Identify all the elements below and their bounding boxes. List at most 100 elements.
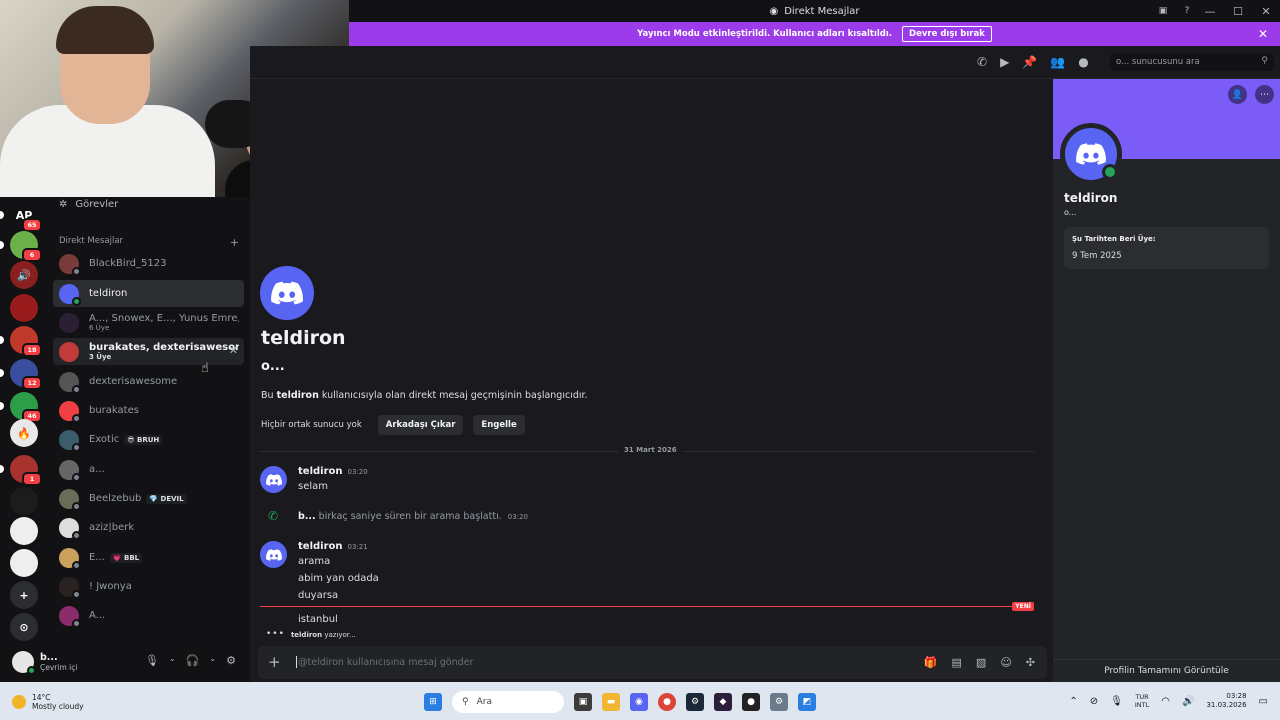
message-avatar[interactable] <box>260 541 287 568</box>
dm-name: E... <box>89 552 105 563</box>
create-dm-button[interactable]: + <box>230 236 239 249</box>
close-window-button[interactable]: ✕ <box>1252 5 1280 18</box>
profile-avatar[interactable] <box>1060 123 1122 185</box>
notifications-icon[interactable]: ▭ <box>1259 696 1268 707</box>
profile-icon[interactable]: ● <box>1078 55 1088 69</box>
chat-toolbar: ✆ ▶ 📌 👥 ● o... sunucusunu ara ⚲ <box>250 46 1280 79</box>
server-icon[interactable]: 12 <box>0 359 42 390</box>
steam-icon[interactable]: ⚙ <box>686 693 704 711</box>
maximize-button[interactable]: ☐ <box>1224 5 1252 18</box>
chevron-down-icon[interactable]: ⌄ <box>169 654 176 667</box>
close-banner-icon[interactable]: ✕ <box>1258 27 1268 41</box>
inbox-icon[interactable]: ▣ <box>1156 4 1170 18</box>
chrome-icon[interactable]: ● <box>658 693 676 711</box>
phone-icon[interactable]: ✆ <box>977 55 987 69</box>
server-label: 🔥 <box>17 426 31 440</box>
server-icon[interactable]: 46 <box>0 392 42 423</box>
dm-item[interactable]: burakates <box>53 397 244 424</box>
dm-item[interactable]: A... <box>53 602 244 629</box>
server-icon[interactable] <box>10 294 38 322</box>
editor-app-icon[interactable]: ◆ <box>714 693 732 711</box>
settings-app-icon[interactable]: ⚙ <box>770 693 788 711</box>
person-one-hair <box>56 6 154 54</box>
tasks-label: Görevler <box>75 198 119 210</box>
server-icon[interactable]: + <box>10 581 38 609</box>
start-windows-icon[interactable]: ⊞ <box>424 693 442 711</box>
server-icon[interactable] <box>10 487 38 515</box>
file-explorer-icon[interactable]: ▬ <box>602 693 620 711</box>
date-separator-label: 31 Mart 2026 <box>618 446 683 454</box>
network-icon[interactable]: ⊘ <box>1090 696 1098 707</box>
message-author[interactable]: teldiron 03:21 <box>298 541 368 552</box>
message-input[interactable]: @teldiron kullanıcısına mesaj gönder <box>298 657 473 668</box>
call-user: b... <box>298 511 316 522</box>
close-dm-icon[interactable]: ✕ <box>229 344 238 357</box>
task-view-icon[interactable]: ▣ <box>574 693 592 711</box>
server-icon[interactable]: 1 <box>0 455 42 486</box>
more-options-icon[interactable]: ⋯ <box>1255 85 1274 104</box>
server-icon[interactable]: ⊙ <box>10 613 38 641</box>
guild-tag-text: BBL <box>124 553 140 562</box>
view-full-profile-button[interactable]: Profilin Tamamını Görüntüle <box>1053 659 1280 682</box>
obs-icon[interactable]: ● <box>742 693 760 711</box>
dm-item[interactable]: E... 💗 BBL <box>53 544 244 571</box>
chevron-down-icon[interactable]: ⌄ <box>209 654 216 667</box>
headphones-icon[interactable]: 🎧 <box>186 654 200 667</box>
disable-streamer-mode-button[interactable]: Devre dışı bırak <box>902 26 992 42</box>
volume-icon[interactable]: 🔊 <box>1182 696 1194 707</box>
server-icon[interactable]: 6 <box>0 231 42 262</box>
dm-item[interactable]: Beelzebub 💎 DEVIL <box>53 485 244 512</box>
dm-item[interactable]: aziz|berk <box>53 514 244 541</box>
dm-item[interactable]: a... <box>53 456 244 483</box>
minimize-button[interactable]: — <box>1196 5 1224 18</box>
date-separator: 31 Mart 2026 <box>260 446 1035 454</box>
gear-icon[interactable]: ⚙ <box>226 654 236 667</box>
dm-item[interactable]: ! Jwonya <box>53 573 244 600</box>
search-input[interactable]: o... sunucusunu ara ⚲ <box>1110 53 1274 71</box>
tasks-item[interactable]: ✲ Görevler <box>59 197 118 211</box>
message-author[interactable]: teldiron 03:20 <box>298 466 368 477</box>
emoji-icon[interactable]: ☺ <box>1000 656 1011 669</box>
chevron-up-icon[interactable]: ⌃ <box>1069 696 1077 707</box>
dm-item[interactable]: burakates, dexterisawesome 3 Üye ✕ <box>53 338 244 365</box>
dm-item[interactable]: Exotic 😎 BRUH <box>53 426 244 453</box>
phone-call-icon: ✆ <box>268 509 279 523</box>
add-member-icon[interactable]: 👥 <box>1050 55 1065 69</box>
app-icon[interactable]: ◩ <box>798 693 816 711</box>
server-icon[interactable] <box>10 517 38 545</box>
dm-item[interactable]: A..., Snowex, E..., Yunus Emre, b...6 Üy… <box>53 309 244 336</box>
server-icon[interactable]: 🔊 <box>10 261 38 289</box>
discord-logo-icon <box>271 281 303 305</box>
add-friend-icon[interactable]: 👤 <box>1228 85 1247 104</box>
gift-icon[interactable]: 🎁 <box>924 656 938 669</box>
server-icon[interactable] <box>10 549 38 577</box>
dm-item[interactable]: dexterisawesome <box>53 368 244 395</box>
taskbar-search[interactable]: ⚲ Ara <box>452 691 564 713</box>
discord-app-icon[interactable]: ◉ <box>630 693 648 711</box>
help-icon[interactable]: ? <box>1180 4 1194 18</box>
system-clock[interactable]: 03:28 31.03.2026 <box>1206 692 1246 710</box>
wifi-icon[interactable]: ◠ <box>1161 696 1170 707</box>
microphone-icon[interactable]: 🎙 <box>145 654 159 667</box>
message-composer[interactable]: + @teldiron kullanıcısına mesaj gönder 🎁… <box>258 646 1047 679</box>
microphone-tray-icon[interactable]: 🎙 <box>1110 696 1123 707</box>
call-time: 03:20 <box>507 513 528 521</box>
message-avatar[interactable] <box>260 466 287 493</box>
user-avatar[interactable] <box>12 651 36 675</box>
tasks-icon: ✲ <box>59 198 68 210</box>
gif-icon[interactable]: ▤ <box>952 656 962 669</box>
attach-plus-icon[interactable]: + <box>268 653 281 671</box>
block-button[interactable]: Engelle <box>473 415 525 435</box>
language-indicator[interactable]: TUR INTL <box>1135 693 1149 709</box>
remove-friend-button[interactable]: Arkadaşı Çıkar <box>377 415 464 435</box>
dm-item[interactable]: BlackBird_5123 <box>53 250 244 277</box>
dm-item[interactable]: teldiron <box>53 280 244 307</box>
server-icon[interactable]: AP 65 <box>0 201 42 232</box>
apps-icon[interactable]: ✣ <box>1026 656 1035 669</box>
server-icon[interactable]: 18 <box>0 326 42 357</box>
video-icon[interactable]: ▶ <box>1000 55 1009 69</box>
weather-widget[interactable]: 14°C Mostly cloudy <box>12 693 84 711</box>
server-icon[interactable]: 🔥 <box>10 419 38 447</box>
pin-icon[interactable]: 📌 <box>1022 55 1037 69</box>
sticker-icon[interactable]: ▧ <box>976 656 986 669</box>
